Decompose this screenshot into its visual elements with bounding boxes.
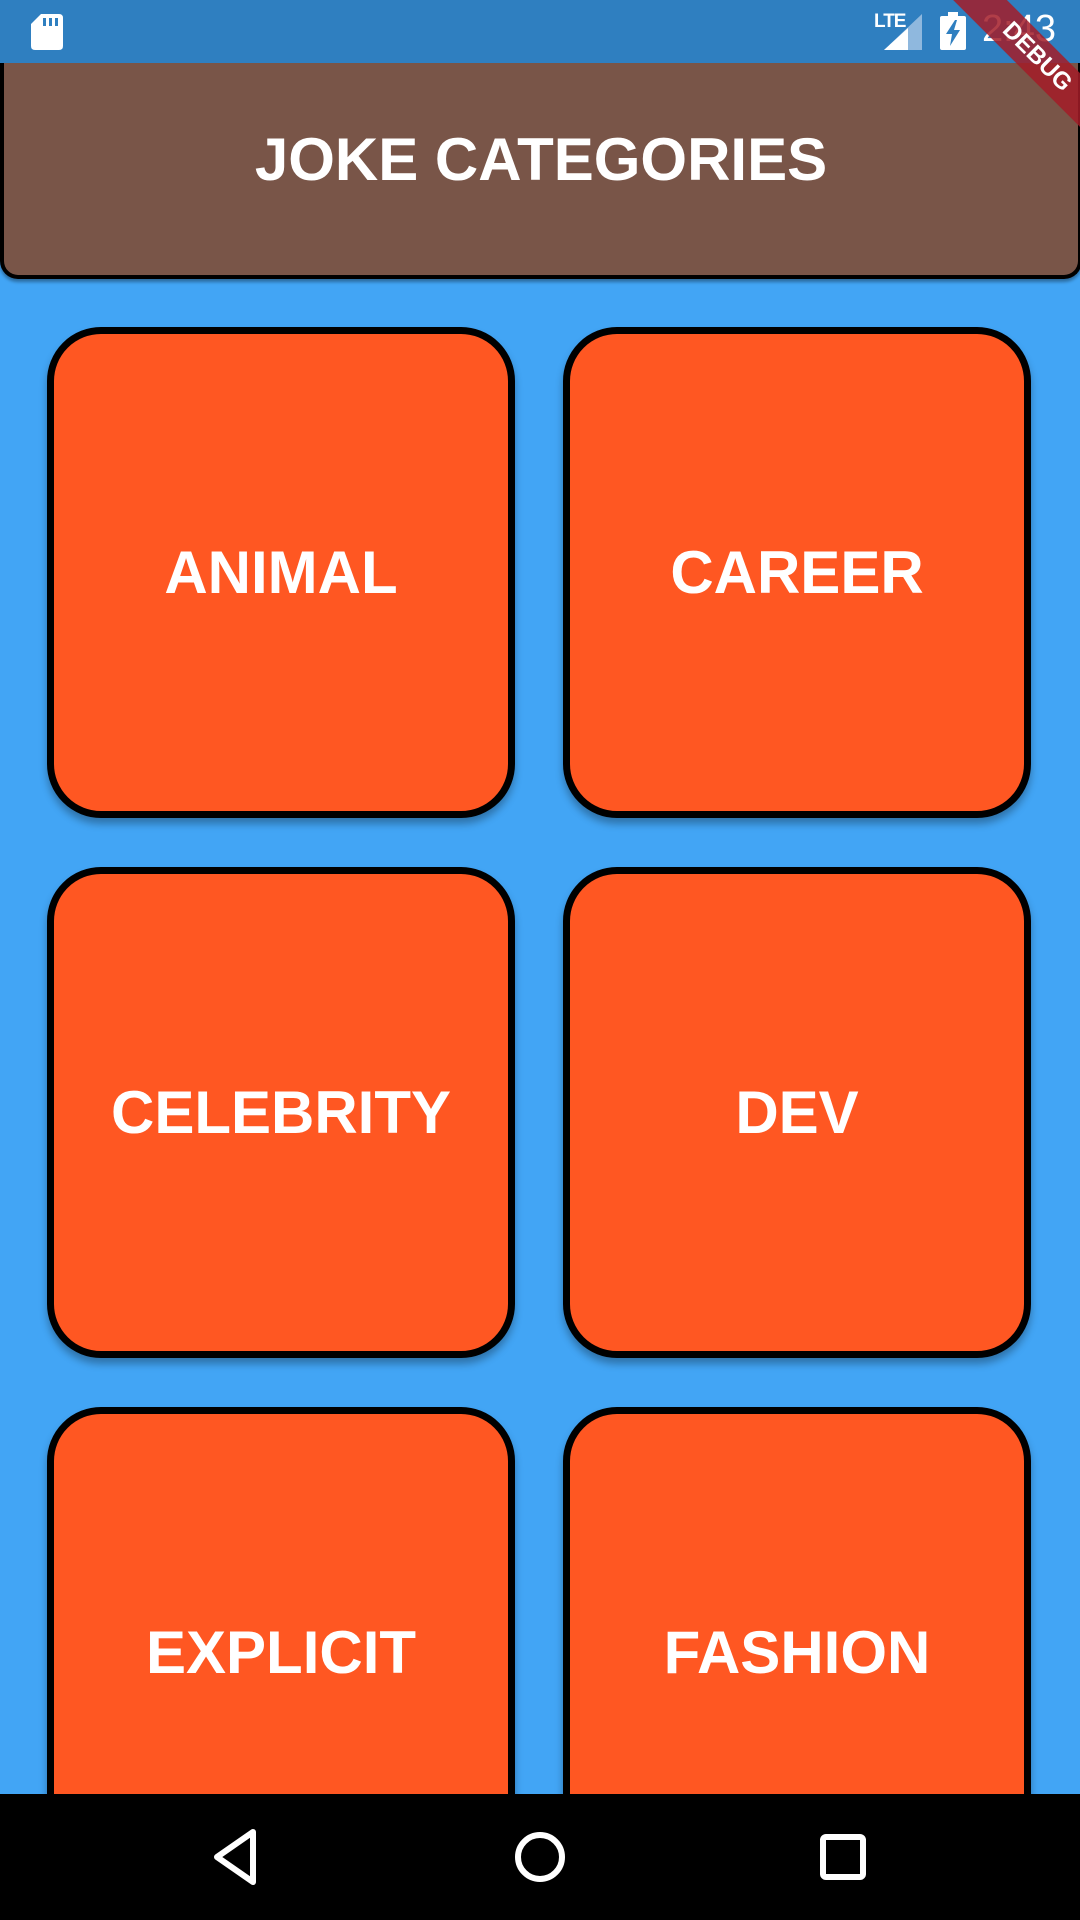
category-label: ANIMAL [164,539,398,606]
category-tile-animal[interactable]: ANIMAL [47,327,515,818]
debug-banner: DEBUG [930,0,1080,150]
category-label: DEV [735,1079,859,1146]
category-label: CELEBRITY [110,1079,452,1146]
page-title: JOKE CATEGORIES [254,126,828,193]
category-tile-career[interactable]: CAREER [563,327,1031,818]
category-tile-celebrity[interactable]: CELEBRITY [47,867,515,1358]
category-label: FASHION [663,1619,931,1686]
debug-label: DEBUG [942,0,1080,150]
status-bar: LTE 2:43 [0,0,1080,63]
category-label: EXPLICIT [145,1619,417,1686]
recents-icon[interactable] [810,1824,876,1890]
signal-icon [884,14,922,50]
app-header: JOKE CATEGORIES [0,63,1080,279]
back-icon[interactable] [203,1824,269,1890]
category-tile-dev[interactable]: DEV [563,867,1031,1358]
category-tile-fashion[interactable]: FASHION [563,1407,1031,1794]
category-tile-explicit[interactable]: EXPLICIT [47,1407,515,1794]
sd-card-icon [31,14,63,50]
system-nav-bar [0,1794,1080,1920]
category-label: CAREER [670,539,924,606]
home-icon[interactable] [507,1824,573,1890]
